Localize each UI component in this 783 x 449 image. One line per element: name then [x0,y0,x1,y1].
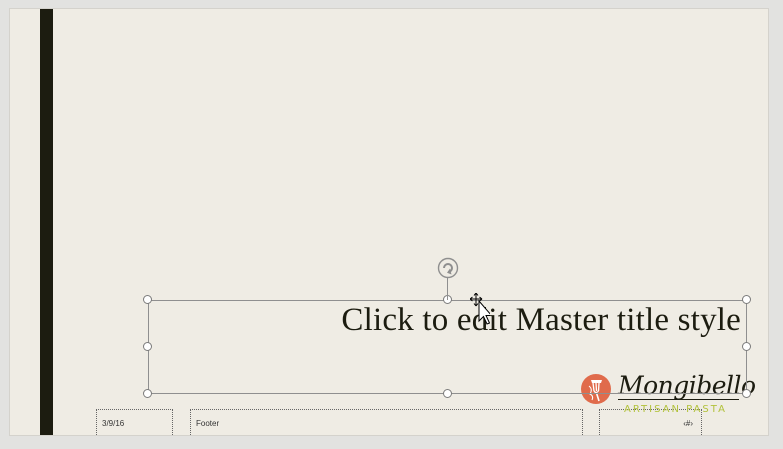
logo-tagline: ARTISAN PASTA [624,404,727,415]
resize-handle-right[interactable] [742,342,751,351]
footer-text: Footer [196,419,220,428]
resize-handle-bottom[interactable] [443,389,452,398]
title-placeholder[interactable]: Click to edit Master title style [148,300,747,394]
title-placeholder-text[interactable]: Click to edit Master title style [341,302,741,339]
resize-handle-left[interactable] [143,342,152,351]
slide-master-canvas[interactable]: 3/9/16 Footer ‹#› Mongibello ARTISAN PAS… [9,8,769,436]
resize-handle-top-left[interactable] [143,295,152,304]
date-placeholder[interactable]: 3/9/16 [96,409,173,435]
resize-handle-bottom-left[interactable] [143,389,152,398]
move-cursor-icon [470,293,490,325]
left-accent-bar [40,9,53,435]
footer-placeholder[interactable]: Footer [190,409,583,435]
rotate-handle-icon[interactable] [436,256,460,280]
resize-handle-top-right[interactable] [742,295,751,304]
resize-handle-bottom-right[interactable] [742,389,751,398]
date-text: 3/9/16 [102,419,125,428]
logo-divider [618,399,739,400]
rotate-connector [447,278,448,300]
